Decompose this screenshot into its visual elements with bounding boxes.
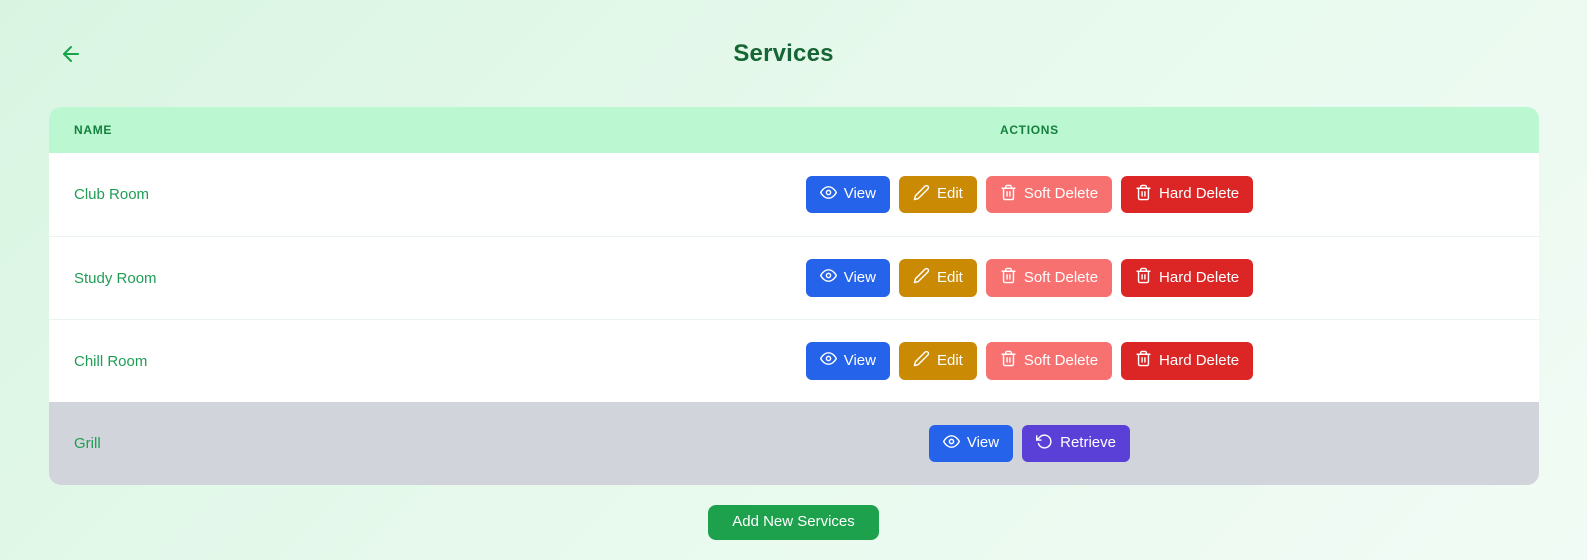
soft-delete-button-label: Soft Delete: [1023, 268, 1099, 286]
pencil-icon: [913, 184, 930, 206]
view-button[interactable]: View: [805, 175, 890, 214]
hard-delete-button-label: Hard Delete: [1159, 351, 1240, 369]
eye-icon: [943, 433, 960, 455]
service-name: Club Room: [74, 186, 150, 203]
soft-delete-button[interactable]: Soft Delete: [985, 342, 1113, 380]
hard-delete-button-label: Hard Delete: [1159, 185, 1240, 203]
view-button-label: View: [843, 268, 876, 286]
service-name: Chill Room: [74, 352, 148, 370]
retrieve-button[interactable]: Retrieve: [1022, 424, 1130, 463]
row-actions: View Edit Soft Delete Hard Delete: [520, 342, 1539, 380]
edit-button-label: Edit: [936, 185, 963, 203]
page-footer: Add New Services: [0, 505, 1587, 540]
trash-icon: [1135, 267, 1152, 289]
page-title: Services: [733, 40, 834, 67]
table-row: Club Room View Edit Soft Delete Hard Del…: [49, 153, 1539, 236]
soft-delete-button-label: Soft Delete: [1023, 185, 1099, 203]
hard-delete-button[interactable]: Hard Delete: [1121, 259, 1254, 297]
edit-button[interactable]: Edit: [898, 342, 977, 380]
trash-icon: [1135, 184, 1152, 206]
page-header: Services: [0, 0, 1587, 107]
soft-delete-button-label: Soft Delete: [1023, 351, 1099, 369]
view-button-label: View: [843, 351, 876, 369]
column-header-actions: ACTIONS: [999, 123, 1059, 137]
hard-delete-button[interactable]: Hard Delete: [1121, 342, 1254, 380]
view-button[interactable]: View: [805, 342, 890, 380]
pencil-icon: [913, 350, 930, 372]
row-actions: View Edit Soft Delete Hard Delete: [520, 175, 1539, 214]
row-actions: View Edit Soft Delete Hard Delete: [520, 259, 1539, 297]
edit-button[interactable]: Edit: [898, 175, 977, 214]
services-page: Services NAME ACTIONS Club Room View Edi…: [0, 0, 1587, 540]
retrieve-button-label: Retrieve: [1060, 434, 1116, 452]
eye-icon: [820, 267, 837, 289]
row-actions: View Retrieve: [520, 424, 1539, 463]
services-table: NAME ACTIONS Club Room View Edit Soft De…: [49, 107, 1539, 485]
table-row-deleted: Grill View Retrieve: [49, 402, 1539, 485]
trash-icon: [1000, 267, 1017, 289]
view-button[interactable]: View: [805, 259, 890, 297]
eye-icon: [820, 350, 837, 372]
hard-delete-button-label: Hard Delete: [1159, 268, 1240, 286]
view-button[interactable]: View: [928, 424, 1014, 463]
view-button-label: View: [843, 185, 876, 203]
service-name: Grill: [74, 435, 101, 452]
view-button-label: View: [966, 434, 1000, 452]
trash-icon: [1000, 350, 1017, 372]
hard-delete-button[interactable]: Hard Delete: [1121, 175, 1254, 214]
pencil-icon: [913, 267, 930, 289]
add-new-services-button[interactable]: Add New Services: [708, 505, 879, 540]
eye-icon: [820, 184, 837, 206]
soft-delete-button[interactable]: Soft Delete: [985, 259, 1113, 297]
table-header-row: NAME ACTIONS: [49, 107, 1539, 153]
edit-button[interactable]: Edit: [898, 259, 977, 297]
rotate-ccw-icon: [1036, 433, 1053, 455]
edit-button-label: Edit: [936, 268, 963, 286]
service-name: Study Room: [74, 269, 157, 287]
edit-button-label: Edit: [936, 351, 963, 369]
trash-icon: [1000, 184, 1017, 206]
table-row: Study Room View Edit Soft Delete Hard De…: [49, 236, 1539, 319]
table-row: Chill Room View Edit Soft Delete Hard De…: [49, 319, 1539, 402]
trash-icon: [1135, 350, 1152, 372]
column-header-name: NAME: [74, 123, 113, 137]
soft-delete-button[interactable]: Soft Delete: [985, 175, 1113, 214]
